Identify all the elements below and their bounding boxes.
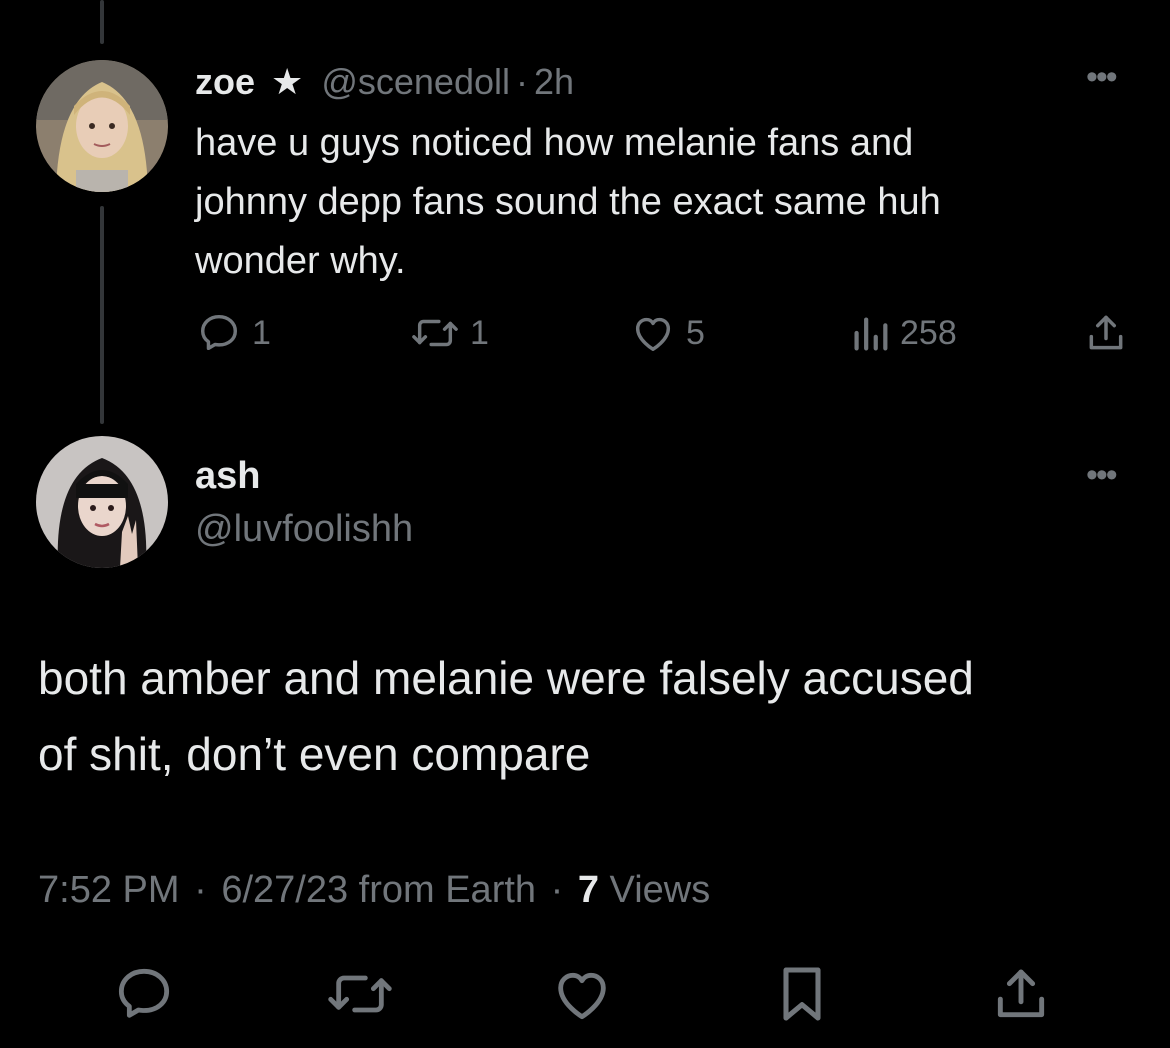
parent-header: zoe ★ @scenedoll · 2h <box>195 60 574 104</box>
like-action[interactable]: 5 <box>630 310 705 356</box>
bookmark-icon <box>783 967 821 1021</box>
share-icon <box>997 969 1045 1018</box>
tweet-meta: 7:52 PM · 6/27/23 from Earth · 7 Views <box>38 866 710 914</box>
more-dots-icon[interactable]: ••• <box>1086 458 1118 492</box>
reply-count: 1 <box>252 313 271 352</box>
like-icon <box>635 317 671 352</box>
handle[interactable]: @scenedoll <box>321 61 510 102</box>
reply-tweet-text: both amber and melanie were falsely accu… <box>38 640 974 792</box>
more-dots-icon[interactable]: ••• <box>1086 60 1118 94</box>
reply-icon <box>200 314 238 351</box>
repost-icon <box>412 319 458 347</box>
display-name[interactable]: zoe <box>195 61 255 102</box>
reply-handle[interactable]: @luvfoolishh <box>195 505 413 553</box>
separator: · <box>550 869 564 911</box>
tweet-text-line: of shit, don’t even compare <box>38 728 591 780</box>
separator: · <box>194 869 207 911</box>
star-badge: ★ <box>271 61 304 102</box>
timestamp[interactable]: 2h <box>534 61 574 102</box>
reply-display-name[interactable]: ash <box>195 452 260 500</box>
bottom-like-button[interactable] <box>550 962 614 1031</box>
tweet-time[interactable]: 7:52 PM <box>38 869 180 911</box>
tweet-date-source[interactable]: 6/27/23 from Earth <box>221 869 536 911</box>
tweet-text-line: johnny depp fans sound the exact same hu… <box>195 181 941 223</box>
reply-action[interactable]: 1 <box>196 310 271 356</box>
views-icon <box>854 317 888 351</box>
repost-count: 1 <box>470 313 489 352</box>
user-photo-ash <box>36 436 168 568</box>
separator: · <box>515 61 528 102</box>
bottom-bookmark-button[interactable] <box>772 962 832 1031</box>
views-label[interactable]: Views <box>610 869 711 911</box>
repost-icon <box>328 975 392 1013</box>
like-icon <box>558 972 606 1020</box>
reply-icon <box>118 968 170 1018</box>
avatar-zoe[interactable] <box>36 60 168 192</box>
tweet-text-line: wonder why. <box>195 240 406 282</box>
bottom-share-button[interactable] <box>990 962 1052 1031</box>
bottom-repost-button[interactable] <box>324 962 396 1031</box>
share-action[interactable] <box>1084 310 1128 356</box>
user-photo-zoe <box>36 60 168 192</box>
tweet-text-line: both amber and melanie were falsely accu… <box>38 652 974 704</box>
like-count: 5 <box>686 313 705 352</box>
views-count: 258 <box>900 313 957 352</box>
parent-tweet-text: have u guys noticed how melanie fans and… <box>195 114 941 291</box>
bottom-reply-button[interactable] <box>112 962 176 1031</box>
tweet-text-line: have u guys noticed how melanie fans and <box>195 122 914 164</box>
repost-action[interactable]: 1 <box>410 310 489 356</box>
share-icon <box>1089 315 1123 350</box>
views-action[interactable]: 258 <box>850 310 957 356</box>
views-count[interactable]: 7 <box>578 869 599 911</box>
thread-line-top <box>100 0 104 44</box>
avatar-ash[interactable] <box>36 436 168 568</box>
thread-line-bottom <box>100 206 104 424</box>
